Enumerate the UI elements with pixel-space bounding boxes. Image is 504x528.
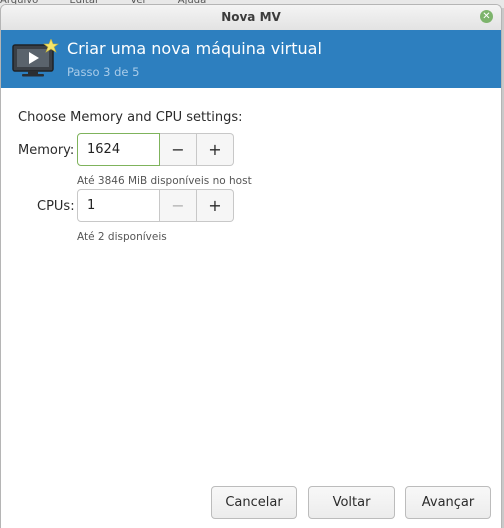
banner-title: Criar uma nova máquina virtual xyxy=(67,39,322,58)
memory-hint: Até 3846 MiB disponíveis no host xyxy=(77,175,252,187)
new-vm-icon xyxy=(12,39,59,77)
background-menu-item: Ajuda xyxy=(177,0,207,6)
cpus-input[interactable] xyxy=(77,189,160,222)
cpus-increment-button[interactable]: + xyxy=(197,189,234,222)
background-menu-item: Ver xyxy=(130,0,147,6)
cpus-decrement-button[interactable]: − xyxy=(160,189,197,222)
memory-increment-button[interactable]: + xyxy=(197,133,234,166)
window-title: Nova MV xyxy=(221,10,281,24)
wizard-banner: Criar uma nova máquina virtual Passo 3 d… xyxy=(1,30,501,88)
close-icon[interactable]: ✕ xyxy=(480,10,493,23)
cancel-button[interactable]: Cancelar xyxy=(211,486,297,519)
memory-label: Memory: xyxy=(18,143,75,158)
titlebar: Nova MV ✕ xyxy=(1,5,501,31)
cpus-label: CPUs: xyxy=(37,199,75,214)
memory-spinner: − + xyxy=(77,133,234,166)
new-vm-dialog: Nova MV ✕ Criar uma nova máquina virtual… xyxy=(0,4,502,528)
cpus-spinner: − + xyxy=(77,189,234,222)
memory-decrement-button[interactable]: − xyxy=(160,133,197,166)
banner-step: Passo 3 de 5 xyxy=(67,65,140,79)
background-menu-item: Arquivo xyxy=(0,0,39,6)
background-menu-item: Editar xyxy=(69,0,100,6)
section-title: Choose Memory and CPU settings: xyxy=(18,110,243,125)
memory-input[interactable] xyxy=(77,133,160,166)
cpus-hint: Até 2 disponíveis xyxy=(77,231,167,243)
back-button[interactable]: Voltar xyxy=(308,486,395,519)
forward-button[interactable]: Avançar xyxy=(405,486,491,519)
